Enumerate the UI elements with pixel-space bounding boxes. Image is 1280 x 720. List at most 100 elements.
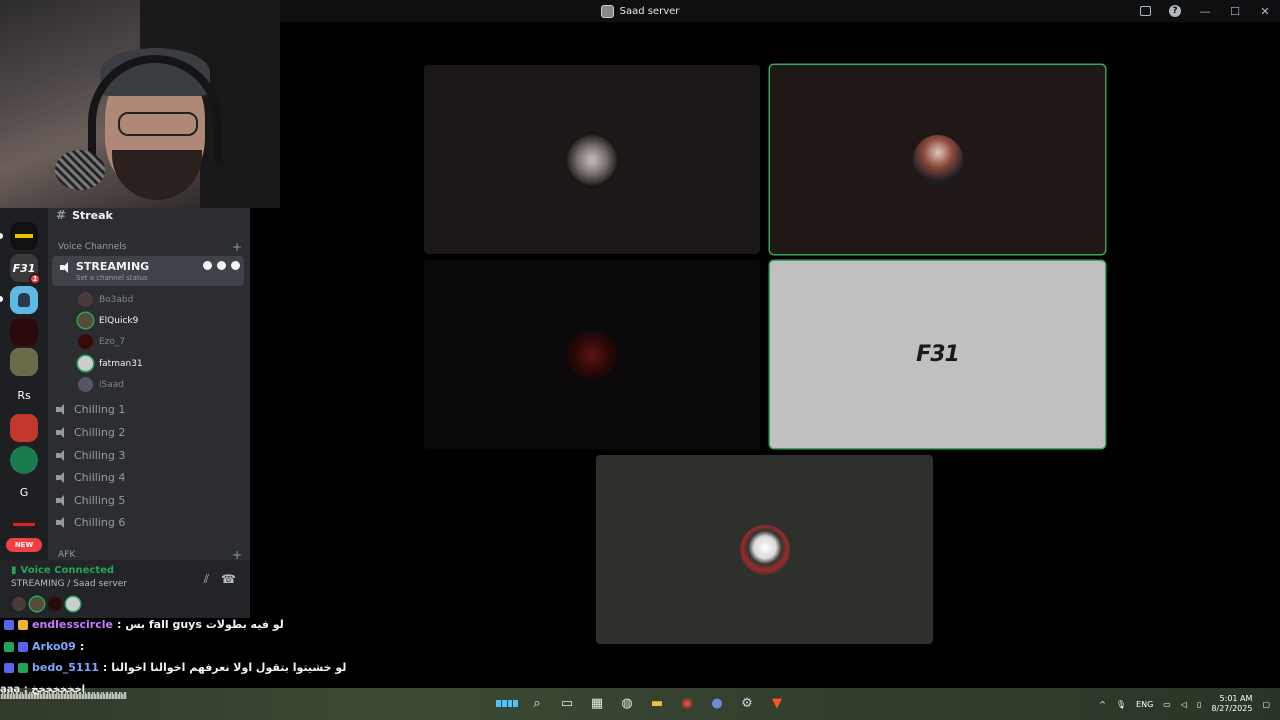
inbox-button[interactable] [1130, 0, 1160, 22]
voice-user[interactable]: fatman31 [78, 356, 143, 371]
participant-tile[interactable] [596, 455, 933, 644]
user-name: ElQuick9 [99, 315, 139, 326]
badge-icon [18, 619, 28, 630]
server-red-stripe[interactable] [10, 510, 38, 538]
search-icon[interactable]: ⌕ [526, 692, 548, 714]
participant-tile[interactable]: F31 [770, 261, 1105, 448]
user-name: iSaad [99, 379, 124, 390]
close-icon: ✕ [1260, 4, 1270, 18]
brave-icon[interactable]: ▼ [766, 692, 788, 714]
user-avatar [78, 356, 93, 371]
channel-chilling-1[interactable]: Chilling 1 [56, 403, 244, 416]
voice-user[interactable]: ElQuick9 [78, 313, 138, 328]
server-avatar-blue[interactable] [10, 286, 38, 314]
close-button[interactable]: ✕ [1250, 0, 1280, 22]
badge-icon [18, 641, 28, 652]
chat-separator: : [79, 640, 85, 653]
red-stripe-icon [13, 522, 35, 526]
voice-user[interactable]: Bo3abd [78, 292, 133, 307]
chat-username: endlesscircle [32, 618, 113, 631]
participant-tile[interactable] [424, 260, 760, 449]
server-f31[interactable]: F31 1 [10, 254, 41, 285]
server-rs[interactable]: Rs [10, 381, 38, 409]
server-dark[interactable] [10, 222, 38, 250]
server-photo[interactable] [10, 348, 38, 376]
noise-suppression-icon[interactable]: ⫽ [204, 572, 209, 587]
store-icon[interactable]: ▦ [586, 692, 608, 714]
server-icon [600, 4, 614, 18]
avatar-figure-icon [18, 293, 30, 307]
disconnect-icon[interactable]: ☎ [221, 572, 236, 587]
chrome-icon[interactable]: ◉ [676, 692, 698, 714]
minimize-button[interactable]: — [1190, 0, 1220, 22]
chat-message: bedo_5111 : لو خشيتوا بتقول اولا نعرفهم … [4, 661, 346, 674]
channel-chilling-3[interactable]: Chilling 3 [56, 449, 244, 462]
voice-category-label: Voice Channels [58, 242, 127, 252]
volume-icon[interactable]: ◁ [1181, 700, 1187, 709]
window-title-text: Saad server [619, 5, 680, 17]
channel-streaming-label: STREAMING [76, 260, 150, 273]
voice-connected-status[interactable]: ▮ Voice Connected [11, 565, 114, 576]
steam-icon[interactable]: ⚙ [736, 692, 758, 714]
server-g[interactable]: G [10, 478, 38, 506]
voice-stage: F31 [280, 22, 1280, 687]
participant-avatar[interactable] [30, 597, 44, 611]
participant-avatar [567, 134, 617, 185]
chat-text: لو خشيتوا بتقول اولا نعرفهم اخوالنا اخوا… [111, 661, 347, 674]
server-cartoon[interactable] [10, 414, 38, 442]
voice-connected-panel: ▮ Voice Connected STREAMING / Saad serve… [0, 560, 250, 618]
voice-location[interactable]: STREAMING / Saad server [11, 579, 127, 589]
chat-message: endlesscircle : بس fall guys لو فيه بطول… [4, 618, 284, 631]
chat-message: aaa : اخخخخخخخ [0, 684, 86, 695]
channel-streaming[interactable]: STREAMING Set a channel status [52, 256, 244, 286]
channel-chilling-5[interactable]: Chilling 5 [56, 494, 244, 507]
participant-tile[interactable] [424, 65, 760, 254]
voice-user[interactable]: iSaad [78, 377, 124, 392]
server-rs-label: Rs [17, 388, 31, 402]
channel-streak[interactable]: # Streak [56, 208, 244, 222]
user-avatar [78, 292, 93, 307]
voice-channels-category[interactable]: Voice Channels + [58, 240, 242, 254]
participant-tile[interactable] [770, 65, 1105, 254]
add-channel-icon[interactable]: + [232, 548, 242, 560]
discord-icon[interactable]: ● [706, 692, 728, 714]
chat-icon[interactable] [203, 261, 212, 270]
invite-icon[interactable] [217, 261, 226, 270]
chevron-up-icon[interactable]: ^ [1099, 700, 1106, 709]
battery-icon[interactable]: ▯ [1197, 700, 1201, 709]
notification-icon[interactable]: ▢ [1262, 700, 1270, 709]
participant-avatar [739, 524, 790, 575]
network-icon[interactable]: ▭ [1163, 700, 1171, 709]
participant-avatar[interactable] [48, 597, 62, 611]
glasses [118, 112, 198, 136]
participant-avatar[interactable] [66, 597, 80, 611]
channel-status[interactable]: Set a channel status [76, 274, 148, 282]
channel-chilling-4[interactable]: Chilling 4 [56, 471, 244, 484]
settings-icon[interactable] [231, 261, 240, 270]
task-view-icon[interactable]: ▭ [556, 692, 578, 714]
afk-category[interactable]: AFK + [58, 548, 242, 560]
server-starbucks[interactable] [10, 446, 38, 474]
language-indicator[interactable]: ENG [1136, 700, 1153, 709]
app-icon[interactable]: ◍ [616, 692, 638, 714]
folder-icon[interactable]: ▬ [646, 692, 668, 714]
add-channel-icon[interactable]: + [232, 240, 242, 254]
maximize-icon: ☐ [1230, 4, 1240, 18]
speaker-icon [56, 450, 68, 461]
clock-time: 5:01 AM [1219, 694, 1253, 703]
channel-chilling-6[interactable]: Chilling 6 [56, 516, 244, 529]
user-avatar [78, 334, 93, 349]
user-name: Bo3abd [99, 294, 134, 305]
channel-chilling-2[interactable]: Chilling 2 [56, 426, 244, 439]
chat-separator: : [102, 661, 108, 674]
start-button[interactable] [496, 692, 518, 714]
server-f31-badge: 1 [29, 273, 41, 285]
mic-icon[interactable]: 🎙 [1116, 700, 1126, 709]
clock[interactable]: 5:01 AM 8/27/2025 [1211, 694, 1252, 714]
participant-avatar[interactable] [12, 597, 26, 611]
help-button[interactable]: ? [1160, 0, 1190, 22]
maximize-button[interactable]: ☐ [1220, 0, 1250, 22]
speaker-icon [60, 262, 72, 273]
server-red-dark[interactable] [10, 318, 38, 346]
voice-user[interactable]: Ezo_7 [78, 334, 125, 349]
